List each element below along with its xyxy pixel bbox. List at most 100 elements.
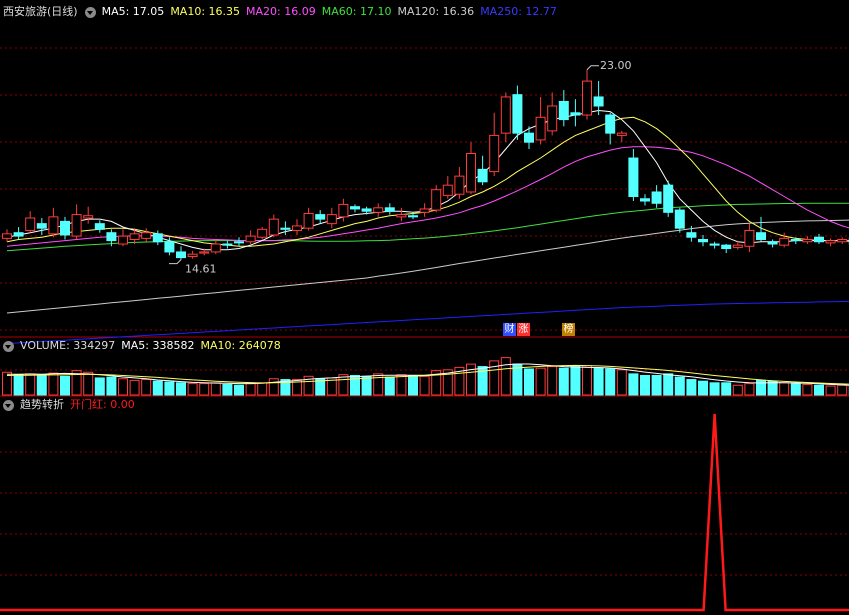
- candle-body: [767, 241, 778, 245]
- candle-body: [442, 184, 453, 196]
- volume-bar: [36, 375, 47, 396]
- candle-body: [2, 233, 12, 239]
- candle-body: [234, 241, 244, 244]
- news-badge-zhang[interactable]: 涨: [517, 323, 530, 336]
- candle-body: [512, 94, 523, 134]
- volume-bar: [129, 379, 140, 396]
- volume-bar: [199, 383, 210, 396]
- candle-body: [338, 203, 349, 218]
- candle-body: [535, 116, 546, 141]
- indicator-dropdown-icon[interactable]: [3, 399, 14, 411]
- candle-body: [164, 241, 175, 253]
- volume-bar: [141, 379, 152, 396]
- candle-body: [71, 214, 82, 237]
- candle-body: [640, 198, 650, 202]
- signal-line: [0, 413, 849, 612]
- candle-body: [663, 184, 674, 213]
- volume-bar: [686, 379, 697, 396]
- volume-bar: [582, 365, 592, 396]
- volume-bar: [825, 385, 836, 396]
- volume-bar: [361, 375, 372, 396]
- volume-title: VOLUME: 334297: [20, 339, 116, 352]
- candle-body: [303, 212, 314, 229]
- candle-body: [384, 207, 395, 212]
- indicator-title[interactable]: 趋势转折: [20, 397, 64, 413]
- candle-body: [524, 132, 534, 143]
- volume-dropdown-icon[interactable]: [3, 340, 14, 352]
- ma60-legend: MA60: 17.10: [321, 5, 392, 18]
- volume-bar: [222, 383, 233, 396]
- volume-bar: [721, 382, 732, 396]
- candle-body: [477, 168, 488, 183]
- high-label: 23.00: [600, 59, 632, 72]
- news-badge-cai[interactable]: 财: [503, 323, 516, 336]
- volume-bar: [60, 375, 70, 396]
- candle-body: [83, 215, 94, 219]
- volume-bar: [732, 384, 743, 396]
- candle-body: [199, 251, 210, 254]
- volume-bar: [176, 382, 186, 396]
- volume-bar: [790, 383, 801, 396]
- ma5-legend: MA5: 17.05: [101, 5, 165, 18]
- volume-bar: [593, 367, 604, 396]
- candle-body: [419, 208, 430, 213]
- volume-bar: [13, 374, 24, 396]
- candle-body: [825, 240, 836, 244]
- candle-body: [60, 220, 70, 236]
- candle-body: [431, 189, 442, 211]
- volume-bar: [384, 376, 395, 396]
- candle-body: [315, 214, 326, 220]
- candle-body: [141, 232, 152, 239]
- volume-bar: [118, 378, 128, 396]
- volume-bar: [164, 381, 175, 396]
- candle-body: [779, 237, 790, 246]
- volume-bar: [524, 368, 534, 396]
- volume-bar: [512, 363, 523, 396]
- volume-bar: [837, 384, 848, 396]
- volume-bar: [500, 357, 511, 396]
- volume-bar: [779, 382, 790, 396]
- ma120-legend: MA120: 16.36: [397, 5, 475, 18]
- candle-body: [686, 232, 697, 238]
- candle-body: [268, 218, 279, 236]
- candle-body: [698, 238, 708, 243]
- volume-bar: [558, 367, 569, 396]
- volume-bar: [419, 375, 430, 396]
- candle-body: [187, 253, 198, 257]
- low-marker: [169, 259, 182, 265]
- indicator-legend: 趋势转折 开门红: 0.00: [0, 397, 141, 413]
- ma250-legend: MA250: 12.77: [480, 5, 557, 18]
- volume-bar: [268, 378, 279, 396]
- volume-bar: [152, 380, 163, 396]
- price-legend: 西安旅游(日线) MA5: 17.05 MA10: 16.35 MA20: 16…: [0, 4, 563, 20]
- news-badge-bang[interactable]: 榜: [562, 323, 575, 336]
- volume-bar: [245, 383, 256, 396]
- dropdown-caret-icon[interactable]: [84, 6, 96, 18]
- stock-title[interactable]: 西安旅游(日线): [3, 4, 78, 20]
- volume-bar: [408, 375, 418, 396]
- candle-body: [257, 228, 268, 238]
- volume-legend: VOLUME: 334297 MA5: 338582 MA10: 264078: [0, 338, 287, 354]
- candle-body: [48, 216, 59, 235]
- candle-body: [106, 232, 117, 242]
- candle-body: [152, 233, 163, 243]
- volume-bar: [628, 373, 639, 396]
- volume-bar: [663, 373, 674, 396]
- candle-body: [350, 206, 360, 210]
- candle-body: [570, 112, 581, 116]
- candle-body: [489, 134, 500, 173]
- candle-body: [558, 100, 569, 121]
- candle-body: [326, 214, 337, 225]
- candle-body: [396, 214, 407, 218]
- candle-body: [721, 244, 732, 250]
- candle-body: [837, 238, 848, 243]
- candle-body: [25, 217, 36, 231]
- volume-bar: [396, 374, 407, 396]
- candle-body: [454, 175, 465, 195]
- volume-bar: [767, 380, 778, 396]
- low-label: 14.61: [185, 263, 217, 276]
- candle-body: [466, 153, 476, 193]
- kline-chart[interactable]: 23.00 14.61: [0, 0, 849, 615]
- volume-bar: [698, 380, 708, 396]
- candle-body: [408, 215, 418, 218]
